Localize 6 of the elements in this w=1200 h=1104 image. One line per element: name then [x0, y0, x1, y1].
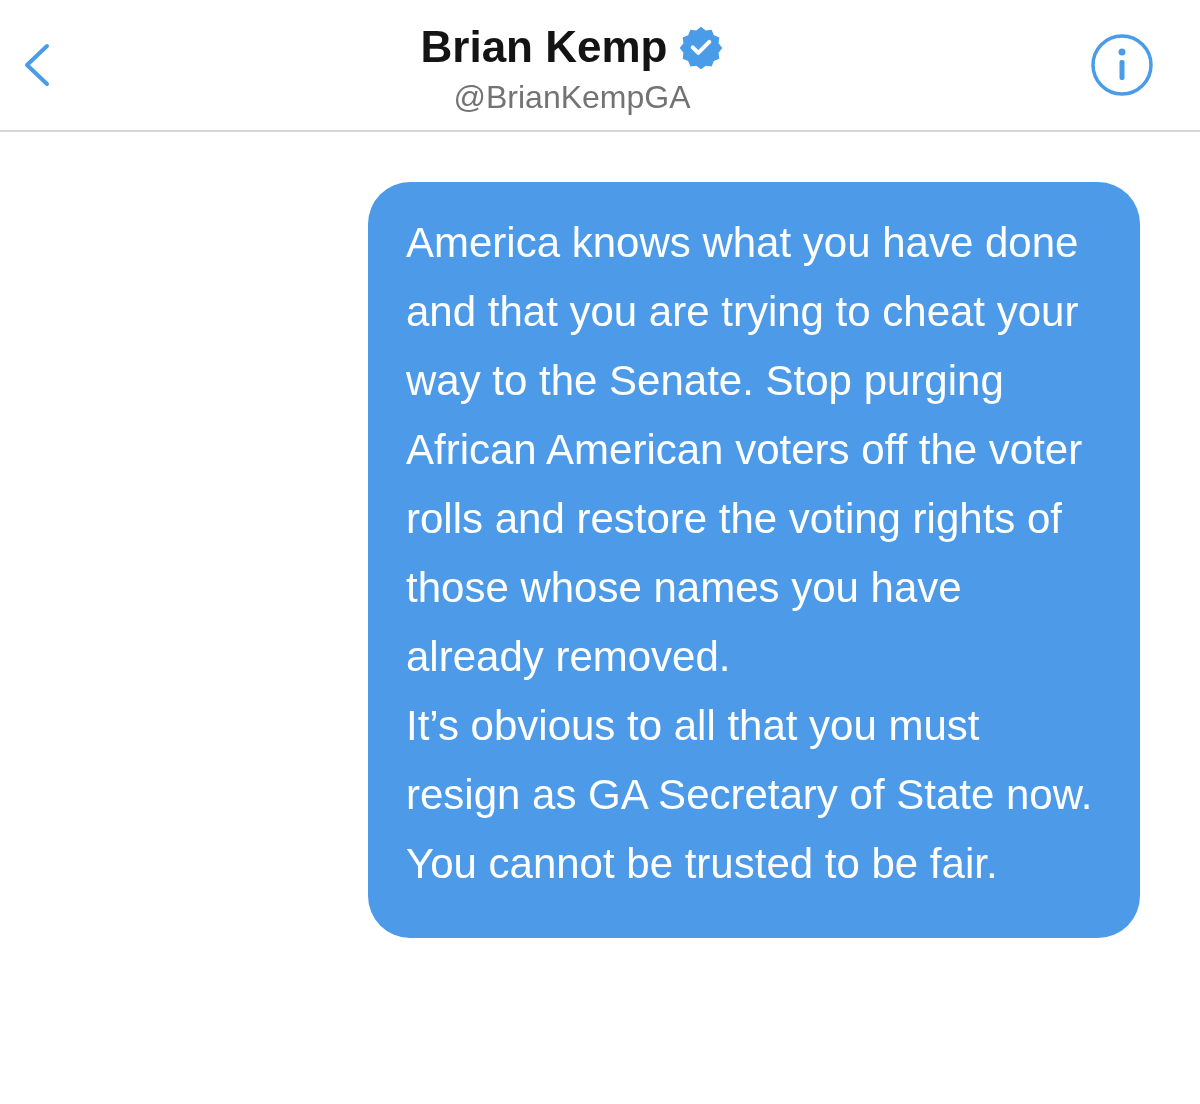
info-button[interactable]	[1088, 31, 1156, 99]
message-text: America knows what you have done and that you are trying to cheat your way to the Senate. Stop purging African American voters off the voter rolls and restore the voting rights of those whose names you have already removed.	[406, 218, 1084, 682]
contact-name: Brian Kemp	[420, 21, 668, 73]
contact-handle: @BrianKempGA	[453, 78, 691, 117]
message-text: It’s obvious to all that you must resign as GA Secretary of State now. You cannot be trusted to be fair.	[406, 701, 1094, 889]
info-icon	[1090, 33, 1154, 97]
